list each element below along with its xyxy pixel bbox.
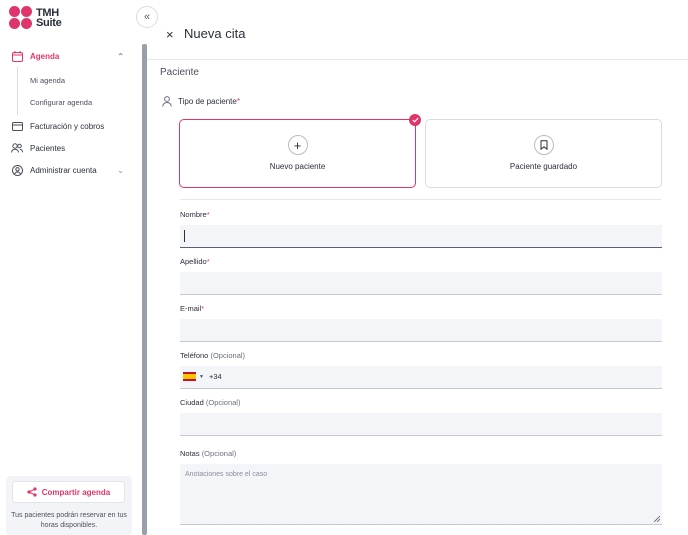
nombre-text: Nombre [180,210,207,219]
logo-line2: Suite [36,17,62,29]
sidebar-subitem-mi-agenda[interactable]: Mi agenda [18,69,140,91]
saved-patient-label: Paciente guardado [509,162,578,171]
sidebar-item-agenda[interactable]: Agenda ⌃ [0,45,140,67]
sidebar: TMH Suite Agenda ⌃ Mi agenda Configurar … [0,0,147,535]
new-patient-option[interactable]: + Nuevo paciente [179,114,421,188]
spain-flag-icon [183,372,196,381]
divider [180,199,661,200]
agenda-submenu: Mi agenda Configurar agenda [17,67,140,115]
chevron-up-icon: ⌃ [117,51,124,61]
apellido-field[interactable] [180,272,662,295]
sidebar-nav: Agenda ⌃ Mi agenda Configurar agenda Fac… [0,45,140,181]
notas-text: Notas [180,449,200,458]
share-icon [27,487,37,497]
notas-textarea[interactable]: Anotaciones sobre el caso [180,464,662,525]
nombre-field[interactable] [180,225,662,248]
telefono-label: Teléfono (Opcional) [180,351,245,360]
close-icon[interactable]: × [166,28,174,41]
share-agenda-card: Compartir agenda Tus pacientes podrán re… [6,476,132,535]
share-agenda-label: Compartir agenda [41,487,111,497]
user-icon [162,96,172,107]
sidebar-subitem-configurar-agenda[interactable]: Configurar agenda [18,91,140,113]
logo: TMH Suite [9,6,62,30]
email-label: E-mail* [180,304,204,313]
patient-type-label: Tipo de paciente * [162,96,240,107]
sidebar-item-label: Agenda [30,51,60,61]
collapse-sidebar-button[interactable]: « [136,6,158,28]
apellido-label: Apellido* [180,257,210,266]
saved-patient-option[interactable]: Paciente guardado [425,119,662,188]
account-icon [11,164,23,176]
ciudad-field[interactable] [180,413,662,436]
share-agenda-button[interactable]: Compartir agenda [12,481,125,503]
resize-handle-icon[interactable] [654,516,660,522]
plus-icon: + [287,135,308,155]
caret-down-icon: ▼ [199,373,204,380]
optional-mark: (Opcional) [201,449,237,458]
notas-label: Notas (Opcional) [180,449,236,458]
double-chevron-left-icon: « [143,11,151,23]
email-text: E-mail [180,304,202,313]
sidebar-item-administrar-cuenta[interactable]: Administrar cuenta ⌄ [0,159,140,181]
billing-icon [11,120,23,132]
app-window: TMH Suite Agenda ⌃ Mi agenda Configurar … [0,0,688,535]
optional-mark: (Opcional) [205,398,241,407]
sidebar-item-label: Facturación y cobros [30,121,105,131]
share-agenda-description: Tus pacientes podrán reservar en tus hor… [11,512,127,529]
ciudad-label: Ciudad (Opcional) [180,398,240,407]
patient-type-text: Tipo de paciente [178,97,237,106]
logo-text: TMH Suite [36,8,62,29]
page-title: Nueva cita [184,26,246,41]
sidebar-item-label: Pacientes [30,143,66,153]
required-mark: * [206,210,210,219]
telefono-text: Teléfono [180,351,209,360]
required-mark: * [201,304,205,313]
bookmark-icon [533,135,554,155]
notas-placeholder: Anotaciones sobre el caso [185,471,268,478]
sidebar-item-pacientes[interactable]: Pacientes [0,137,140,159]
sidebar-item-label: Administrar cuenta [30,165,97,175]
apellido-text: Apellido [180,257,207,266]
calendar-icon [11,50,23,62]
new-patient-label: Nuevo paciente [269,162,326,171]
patients-icon [11,142,23,154]
required-mark: * [206,257,210,266]
required-mark: * [236,97,240,106]
sidebar-item-facturacion[interactable]: Facturación y cobros [0,115,140,137]
section-title: Paciente [160,67,199,78]
optional-mark: (Opcional) [210,351,246,360]
logo-mark-icon [9,6,33,30]
check-icon [409,114,421,126]
email-field[interactable] [180,319,662,342]
ciudad-text: Ciudad [180,398,204,407]
nombre-label: Nombre* [180,210,210,219]
phone-prefix: +34 [208,372,222,381]
panel-header: × Nueva cita [147,0,688,60]
text-caret [184,230,185,242]
country-code-selector[interactable]: ▼ +34 [183,372,222,381]
new-appointment-panel: × Nueva cita Paciente Tipo de paciente * … [147,0,688,535]
telefono-field[interactable]: ▼ +34 [180,366,662,389]
chevron-down-icon: ⌄ [117,165,124,175]
